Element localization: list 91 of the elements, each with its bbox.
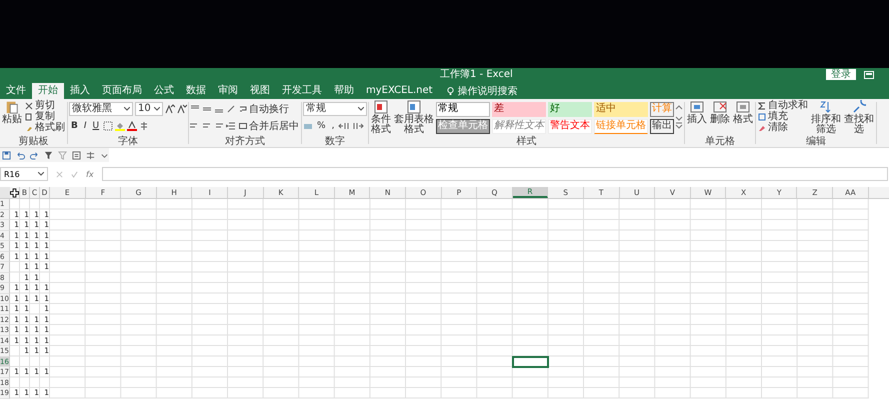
merge-icon bbox=[239, 122, 247, 130]
phonetic-icon[interactable] bbox=[139, 121, 150, 131]
number-format-button[interactable]: , bbox=[330, 120, 336, 132]
copy-icon bbox=[25, 112, 33, 120]
ribbon-tab[interactable]: 开发工具 bbox=[276, 83, 328, 99]
undo-icon[interactable] bbox=[16, 150, 25, 160]
cells-button[interactable]: 格式 bbox=[732, 100, 754, 125]
group-label: 样式 bbox=[516, 136, 538, 147]
editing-button[interactable]: 填充 bbox=[757, 111, 809, 122]
increase-decimal-icon[interactable] bbox=[338, 121, 350, 131]
ribbon-tab[interactable]: 文件 bbox=[0, 83, 32, 99]
ribbon-tab[interactable]: 数据 bbox=[180, 83, 212, 99]
group-label: 编辑 bbox=[805, 136, 827, 147]
selected-cell[interactable] bbox=[512, 356, 550, 368]
save-icon[interactable] bbox=[2, 150, 11, 160]
editing-button[interactable]: 排序和筛选 bbox=[810, 100, 842, 135]
cells-button[interactable]: 插入 bbox=[686, 100, 708, 125]
grid-icon[interactable] bbox=[86, 150, 95, 160]
sign-in-button[interactable]: 登录 bbox=[826, 69, 856, 80]
cut-icon bbox=[25, 102, 33, 110]
ribbon-tab[interactable]: 审阅 bbox=[212, 83, 244, 99]
styles-button[interactable]: 套用表格格式 bbox=[393, 100, 435, 135]
search-icon bbox=[852, 100, 866, 114]
ribbon-tab[interactable]: 页面布局 bbox=[96, 83, 148, 99]
format-button[interactable]: I bbox=[82, 120, 89, 132]
merge-center-button[interactable]: 合并后居中 bbox=[238, 120, 300, 132]
caret-icon bbox=[38, 172, 44, 176]
cell-style-swatch[interactable]: 警告文本 bbox=[548, 119, 592, 134]
paste-button[interactable]: 粘贴 bbox=[1, 100, 23, 125]
sort-icon bbox=[819, 100, 833, 114]
clipboard-button[interactable]: 剪切 bbox=[24, 100, 66, 111]
ribbon-tab[interactable]: 开始 bbox=[32, 83, 64, 99]
orientation-icon[interactable] bbox=[226, 104, 236, 114]
cell-style-swatch[interactable]: 差 bbox=[492, 102, 546, 117]
number-format-dropdown[interactable]: 常规 bbox=[303, 102, 367, 116]
eraser-icon bbox=[758, 124, 766, 132]
cell-style-swatch[interactable]: 好 bbox=[548, 102, 592, 117]
caret-icon bbox=[154, 107, 160, 111]
format-button[interactable]: U bbox=[90, 120, 102, 132]
window-title: 工作簿1 - Excel bbox=[440, 69, 513, 81]
font-grow-icon[interactable] bbox=[165, 104, 175, 114]
lightbulb-icon bbox=[446, 87, 454, 96]
fill-down-icon bbox=[758, 112, 766, 120]
ribbon-tab[interactable]: 公式 bbox=[148, 83, 180, 99]
form-icon[interactable] bbox=[72, 150, 81, 160]
check-icon[interactable] bbox=[71, 170, 78, 178]
search-field[interactable]: 操作说明搜索 bbox=[446, 86, 538, 99]
editing-button[interactable]: 清除 bbox=[757, 122, 809, 133]
sigma-icon bbox=[758, 102, 766, 110]
font-size-dropdown[interactable]: 10 bbox=[135, 102, 163, 116]
redo-icon[interactable] bbox=[30, 150, 39, 160]
border-icon[interactable] bbox=[103, 121, 114, 131]
cell-style-swatch[interactable]: 常规 bbox=[436, 102, 490, 117]
caret-icon bbox=[124, 107, 130, 111]
group-label: 剪贴板 bbox=[18, 136, 50, 147]
group-label: 单元格 bbox=[704, 136, 736, 147]
group-label: 数字 bbox=[324, 136, 346, 147]
cell-style-swatch[interactable]: 适中 bbox=[594, 102, 648, 117]
ribbon-display-icon[interactable] bbox=[864, 71, 874, 79]
ribbon-tab[interactable]: myEXCEL.net bbox=[360, 83, 439, 99]
cells-icon bbox=[736, 100, 750, 114]
cells-button[interactable]: 删除 bbox=[709, 100, 731, 125]
ribbon-tab[interactable]: 插入 bbox=[64, 83, 96, 99]
font-name-dropdown[interactable]: 微软雅黑 bbox=[69, 102, 133, 116]
cell-style-swatch[interactable]: 输出 bbox=[650, 119, 674, 134]
editing-button[interactable]: 自动求和 bbox=[757, 100, 809, 111]
wrap-icon bbox=[239, 105, 247, 113]
caret-icon bbox=[358, 107, 364, 111]
delete-cells-icon bbox=[713, 100, 727, 114]
clipboard-button[interactable]: 格式刷 bbox=[24, 122, 66, 133]
ribbon-tab[interactable]: 帮助 bbox=[328, 83, 360, 99]
wrap-text-button[interactable]: 自动换行 bbox=[238, 104, 290, 114]
insert-function-button[interactable]: fx bbox=[86, 170, 94, 178]
group-label: 对齐方式 bbox=[224, 136, 266, 147]
name-box[interactable]: R16 bbox=[0, 167, 48, 181]
format-button[interactable]: B bbox=[69, 120, 80, 132]
filter-icon[interactable] bbox=[44, 150, 53, 160]
indent-icon[interactable] bbox=[226, 121, 236, 131]
ribbon-tab[interactable]: 视图 bbox=[244, 83, 276, 99]
fill-color-icon[interactable] bbox=[115, 121, 126, 131]
number-format-button[interactable]: % bbox=[315, 120, 328, 132]
decrease-decimal-icon[interactable] bbox=[352, 121, 364, 131]
styles-button[interactable]: 条件格式 bbox=[370, 100, 392, 135]
clipboard-button[interactable]: 复制 bbox=[24, 111, 66, 122]
formula-input[interactable] bbox=[102, 167, 888, 181]
editing-button[interactable]: 查找和选 bbox=[843, 100, 875, 135]
cell-style-swatch[interactable]: 解释性文本 bbox=[492, 119, 546, 134]
group-label: 字体 bbox=[117, 136, 139, 147]
font-shrink-icon[interactable] bbox=[177, 104, 187, 114]
font-color-icon[interactable] bbox=[127, 121, 138, 131]
cells-icon bbox=[690, 100, 704, 114]
